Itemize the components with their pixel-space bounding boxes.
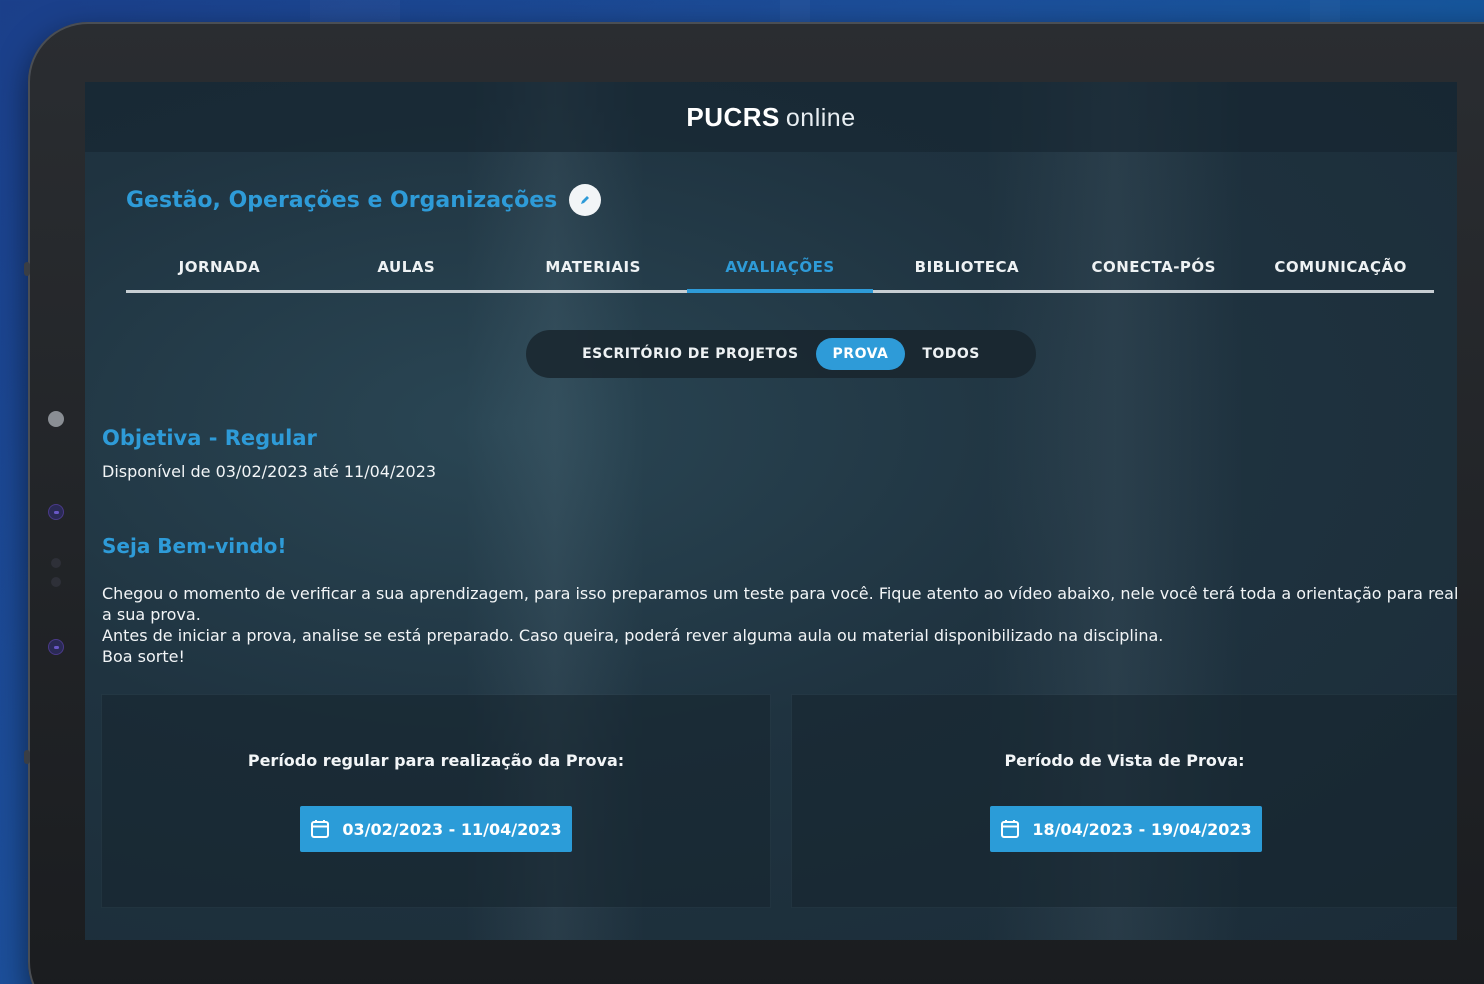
regular-period-label: Período regular para realização da Prova… bbox=[247, 751, 625, 770]
regular-period-card: Período regular para realização da Prova… bbox=[102, 695, 770, 907]
review-period-date-button[interactable]: 18/04/2023 - 19/04/2023 bbox=[990, 806, 1262, 852]
filter-prova[interactable]: PROVA bbox=[815, 338, 906, 370]
regular-period-date-button[interactable]: 03/02/2023 - 11/04/2023 bbox=[300, 806, 572, 852]
top-bar: PUCRS online bbox=[85, 82, 1457, 152]
review-period-label: Período de Vista de Prova: bbox=[1004, 751, 1245, 770]
filter-escritorio-de-projetos[interactable]: ESCRITÓRIO DE PROJETOS bbox=[565, 338, 815, 370]
course-header: Gestão, Operações e Organizações bbox=[126, 184, 602, 216]
logo-strong: PUCRS bbox=[686, 101, 780, 132]
tab-materiais[interactable]: MATERIAIS bbox=[500, 244, 687, 290]
tab-comunicacao[interactable]: COMUNICAÇÃO bbox=[1247, 244, 1434, 290]
welcome-text: Chegou o momento de verificar a sua apre… bbox=[102, 583, 1457, 667]
logo[interactable]: PUCRS online bbox=[686, 102, 855, 133]
camera bbox=[48, 411, 64, 427]
pencil-icon bbox=[581, 196, 590, 204]
sensor bbox=[48, 639, 64, 655]
tab-aulas[interactable]: AULAS bbox=[313, 244, 500, 290]
assessment-availability: Disponível de 03/02/2023 até 11/04/2023 bbox=[102, 462, 437, 481]
logo-light: online bbox=[785, 103, 856, 132]
tab-conecta-pos[interactable]: CONECTA-PÓS bbox=[1060, 244, 1247, 290]
welcome-line: Boa sorte! bbox=[102, 647, 185, 666]
welcome-line: Chegou o momento de verificar a sua apre… bbox=[102, 584, 1457, 603]
app-screen: PUCRS online Gestão, Operações e Organiza… bbox=[85, 82, 1457, 940]
sensor-dot bbox=[51, 558, 61, 568]
tab-jornada[interactable]: JORNADA bbox=[126, 244, 313, 290]
review-period-card: Período de Vista de Prova: 18/04/2023 - … bbox=[792, 695, 1457, 907]
tab-biblioteca[interactable]: BIBLIOTECA bbox=[873, 244, 1060, 290]
side-button bbox=[24, 750, 30, 764]
welcome-title: Seja Bem-vindo! bbox=[102, 534, 287, 558]
sensor bbox=[48, 504, 64, 520]
main-tabs: JORNADA AULAS MATERIAIS AVALIAÇÕES BIBLI… bbox=[126, 244, 1434, 293]
assessment-title: Objetiva - Regular bbox=[102, 426, 317, 450]
calendar-icon bbox=[1001, 820, 1020, 838]
filter-bar: ESCRITÓRIO DE PROJETOS PROVA TODOS bbox=[526, 330, 1036, 378]
calendar-icon bbox=[311, 820, 330, 838]
sensor-dot bbox=[51, 577, 61, 587]
welcome-line: a sua prova. bbox=[102, 605, 201, 624]
tab-avaliacoes[interactable]: AVALIAÇÕES bbox=[686, 244, 874, 293]
regular-period-date-range: 03/02/2023 - 11/04/2023 bbox=[342, 819, 562, 839]
side-button bbox=[24, 262, 30, 276]
course-title: Gestão, Operações e Organizações bbox=[126, 187, 558, 213]
filter-todos[interactable]: TODOS bbox=[905, 338, 997, 370]
review-period-date-range: 18/04/2023 - 19/04/2023 bbox=[1032, 819, 1252, 839]
edit-course-button[interactable] bbox=[569, 184, 602, 216]
welcome-line: Antes de iniciar a prova, analise se est… bbox=[102, 626, 1164, 645]
